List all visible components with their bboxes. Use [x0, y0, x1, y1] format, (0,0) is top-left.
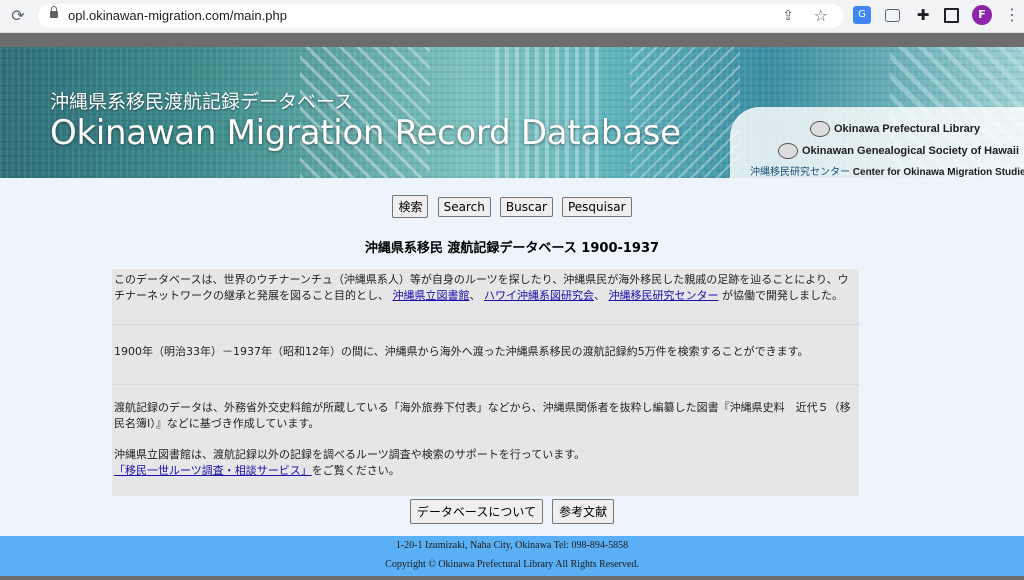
partner-migration-center: 沖縄移民研究センター Center for Okinawa Migration … — [750, 167, 1024, 178]
references-button[interactable]: 参考文献 — [552, 499, 615, 524]
side-panel-icon[interactable] — [944, 8, 959, 23]
partner-genealogical-society: Okinawan Genealogical Society of Hawaii — [778, 143, 1019, 159]
search-japanese-button[interactable]: 検索 — [392, 195, 429, 218]
extensions-puzzle-icon[interactable]: ✚ — [914, 6, 932, 24]
chat-extension-icon[interactable] — [885, 9, 900, 22]
footer-copyright: Copyright © Okinawa Prefectural Library … — [385, 559, 639, 570]
page-heading: 沖縄県系移民 渡航記録データベース 1900-1937 — [364, 241, 660, 256]
header-banner: 沖縄県系移民渡航記録データベース Okinawan Migration Reco… — [0, 47, 1024, 178]
search-portuguese-button[interactable]: Pesquisar — [561, 197, 632, 217]
url-text[interactable]: opl.okinawan-migration.com/main.php — [68, 8, 287, 23]
page: 沖縄県系移民渡航記録データベース Okinawan Migration Reco… — [0, 33, 1024, 580]
address-bar[interactable]: opl.okinawan-migration.com/main.php ⇪ ☆ — [38, 4, 844, 28]
bottom-strip — [0, 576, 1024, 580]
footer-address: 1-20-1 Izumizaki, Naha City, Okinawa Tel… — [395, 540, 629, 551]
info-button-row: データベースについて 参考文献 — [0, 499, 1024, 524]
kebab-menu-icon[interactable]: ⋮ — [1004, 5, 1020, 25]
hawaii-genealogy-link[interactable]: ハワイ沖縄系図研究会 — [484, 289, 594, 302]
partner-organizations: Okinawa Prefectural Library Okinawan Gen… — [730, 107, 1024, 178]
migration-center-link[interactable]: 沖縄移民研究センター — [609, 289, 719, 302]
data-source-paragraph: 渡航記録のデータは、外務省外交史料館が所蔵している「海外旅券下付表」などから、沖… — [114, 401, 851, 430]
records-range-paragraph: 1900年（明治33年）－1937年（昭和12年）の間に、沖縄県から海外へ渡った… — [114, 345, 809, 358]
reload-icon[interactable]: ⟳ — [8, 6, 28, 26]
site-title-english: Okinawan Migration Record Database — [50, 113, 681, 153]
about-database-button[interactable]: データベースについて — [409, 499, 543, 524]
top-strip — [0, 33, 1024, 47]
language-button-row: 検索 Search Buscar Pesquisar — [0, 195, 1024, 218]
search-spanish-button[interactable]: Buscar — [499, 197, 553, 217]
bookmark-star-icon[interactable]: ☆ — [814, 6, 828, 25]
library-logo-icon — [810, 121, 830, 137]
footer: 1-20-1 Izumizaki, Naha City, Okinawa Tel… — [0, 536, 1024, 576]
roots-service-link[interactable]: 「移民一世ルーツ調査・相談サービス」 — [114, 464, 312, 477]
intro-content: このデータベースは、世界のウチナーンチュ（沖縄県系人）等が自身のルーツを探したり… — [112, 269, 859, 496]
society-logo-icon — [778, 143, 798, 159]
prefectural-library-link[interactable]: 沖縄県立図書館 — [393, 289, 470, 302]
support-paragraph: 沖縄県立図書館は、渡航記録以外の記録を調べるルーツ調査や検索のサポートを行ってい… — [114, 448, 586, 477]
translate-extension-icon[interactable]: G — [853, 6, 871, 24]
intro-paragraph: このデータベースは、世界のウチナーンチュ（沖縄県系人）等が自身のルーツを探したり… — [114, 273, 849, 302]
lock-icon[interactable] — [50, 6, 58, 18]
partner-prefectural-library: Okinawa Prefectural Library — [810, 121, 980, 137]
site-title-japanese: 沖縄県系移民渡航記録データベース — [50, 91, 354, 113]
browser-toolbar: ⟳ opl.okinawan-migration.com/main.php ⇪ … — [0, 0, 1024, 33]
search-english-button[interactable]: Search — [437, 197, 491, 217]
share-icon[interactable]: ⇪ — [782, 8, 794, 24]
profile-avatar[interactable]: F — [972, 5, 992, 25]
